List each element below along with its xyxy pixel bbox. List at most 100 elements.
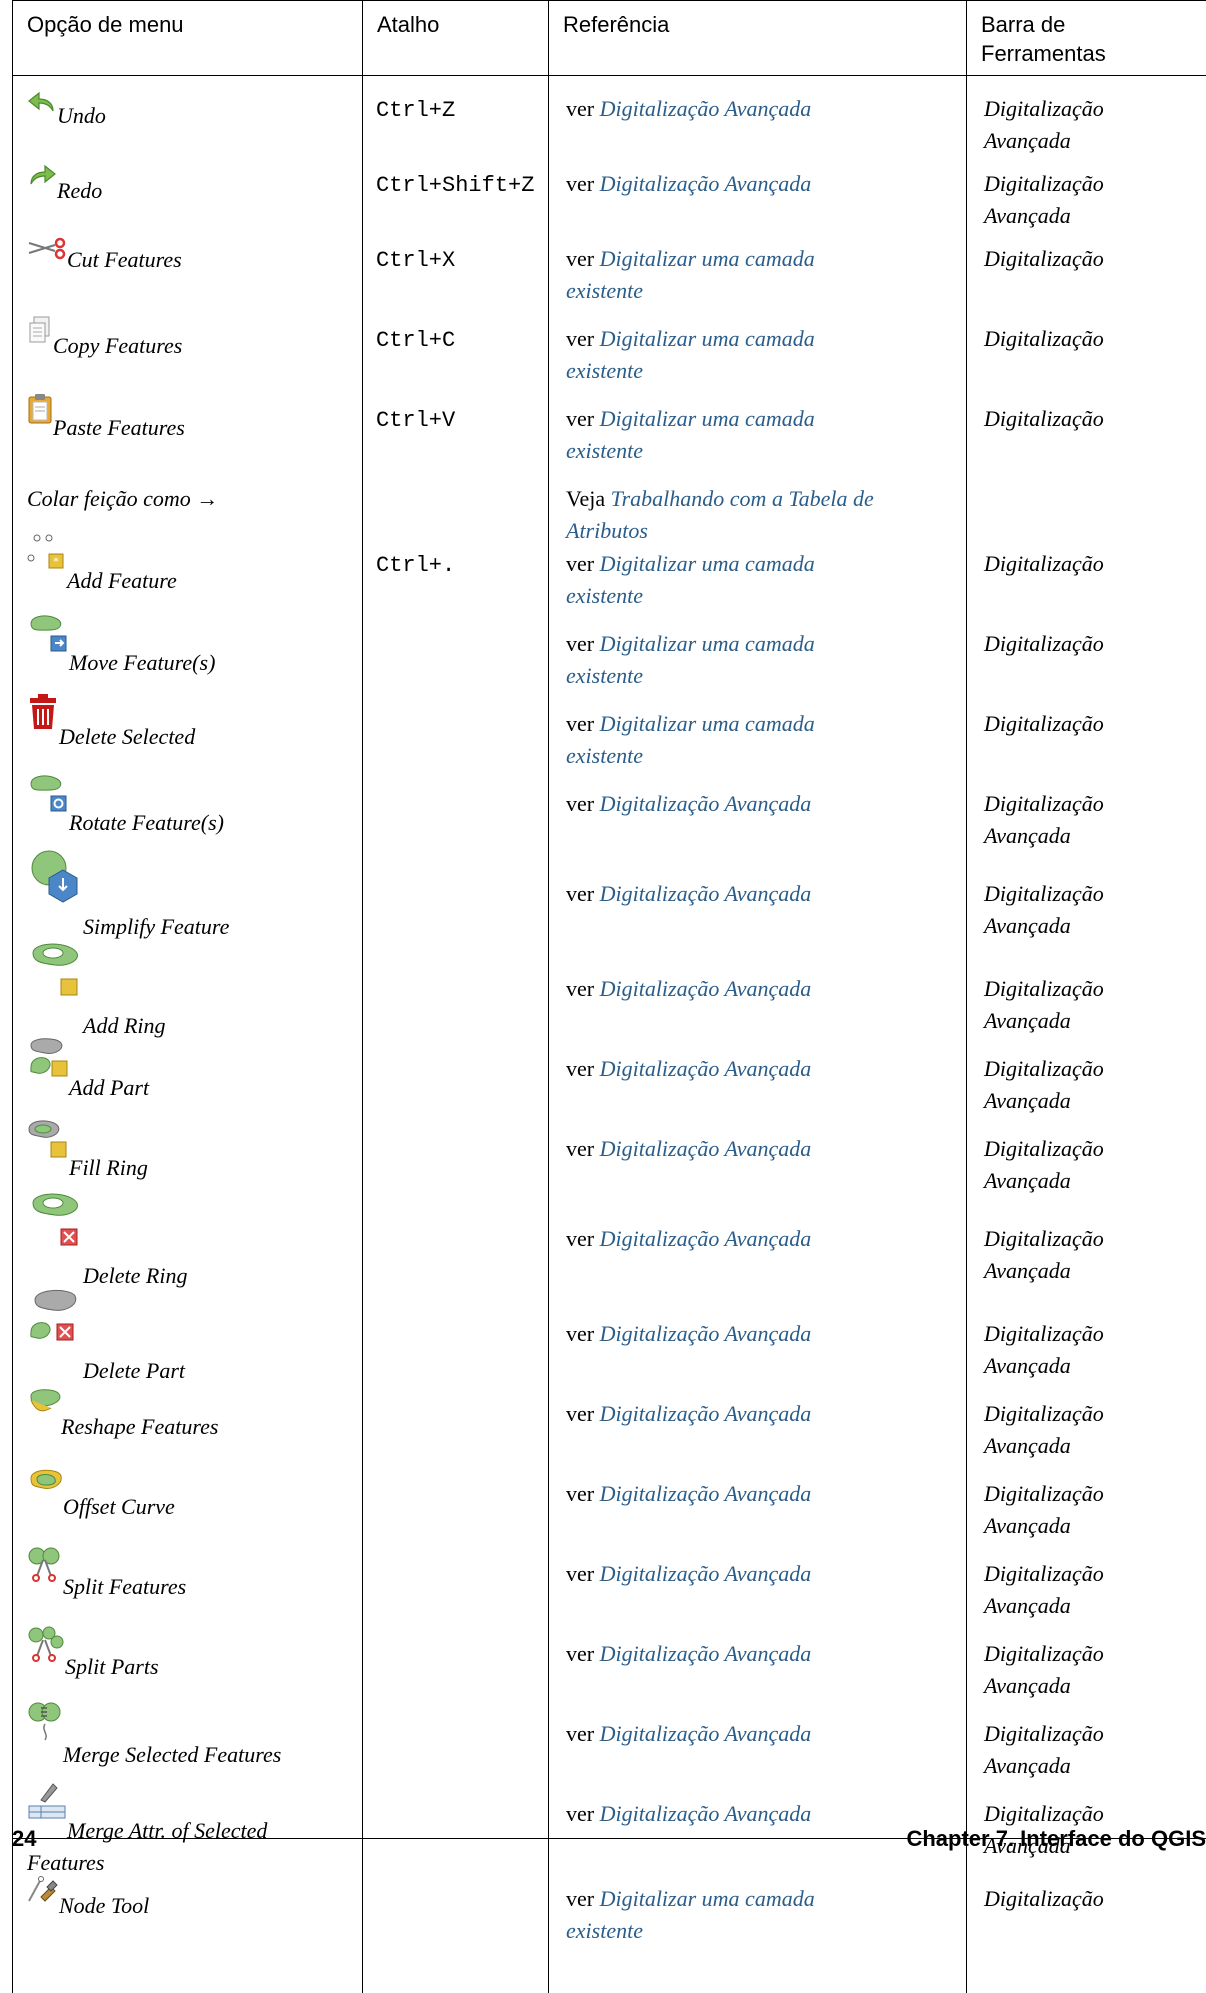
table-row: Cut Features Ctrl+X ver Digitalizar uma ca… — [12, 235, 1206, 315]
table-border-left — [12, 0, 13, 1993]
reference-link[interactable]: Digitalização Avançada — [600, 976, 812, 1001]
reference-prefix: ver — [566, 1721, 595, 1746]
toolbar-name-continued: Avançada — [984, 128, 1071, 153]
reference-link[interactable]: Digitalização Avançada — [600, 171, 812, 196]
reference-prefix: ver — [566, 1321, 595, 1346]
reference-link[interactable]: Digitalização Avançada — [600, 96, 812, 121]
column-divider — [362, 0, 363, 1993]
toolbar-cell: Digitalização Avançada — [984, 1638, 1206, 1702]
reference-link[interactable]: Digitalização Avançada — [600, 881, 812, 906]
table-row: Offset Curve ver Digitalização Avançada Di… — [12, 1469, 1206, 1550]
reference-prefix: ver — [566, 96, 595, 121]
toolbar-cell: Digitalização Avançada — [984, 1053, 1206, 1117]
table-row: Delete Part ver Digitalização Avançada Dig… — [12, 1290, 1206, 1390]
reference-link[interactable]: Digitalização Avançada — [600, 1641, 812, 1666]
reference-link[interactable]: Digitalização Avançada — [600, 791, 812, 816]
menu-option-cell: Simplify Feature — [27, 850, 362, 943]
reference-link[interactable]: Digitalizar uma camada — [600, 246, 815, 271]
reference-cell: Veja Trabalhando com a Tabela de Atributo… — [566, 483, 956, 547]
toolbar-name-continued: Avançada — [984, 1753, 1071, 1778]
menu-option-label: Node Tool — [59, 1893, 150, 1918]
toolbar-name: Digitalização — [984, 1886, 1104, 1911]
delete-ring-icon — [27, 1189, 83, 1258]
toolbar-name: Digitalização — [984, 711, 1104, 736]
toolbar-name: Digitalização — [984, 171, 1104, 196]
reference-prefix: ver — [566, 1641, 595, 1666]
reference-link-continued[interactable]: existente — [566, 663, 643, 688]
reference-cell: ver Digitalização Avançada — [566, 1133, 956, 1165]
reference-link[interactable]: Digitalizar uma camada — [600, 711, 815, 736]
reference-cell: ver Digitalizar uma camada existente — [566, 1883, 956, 1947]
reference-prefix: ver — [566, 1561, 595, 1586]
page-number: 24 — [12, 1826, 37, 1851]
split-parts-icon — [27, 1626, 65, 1671]
reference-cell: ver Digitalização Avançada — [566, 168, 956, 200]
reference-cell: ver Digitalizar uma camada existente — [566, 403, 956, 467]
reference-link-continued[interactable]: existente — [566, 1918, 643, 1943]
reference-prefix: ver — [566, 976, 595, 1001]
toolbar-name: Digitalização — [984, 96, 1104, 121]
reference-link[interactable]: Digitalização Avançada — [600, 1136, 812, 1161]
reference-link-continued[interactable]: existente — [566, 743, 643, 768]
menu-option-cell: Add Part — [27, 1038, 362, 1104]
reference-link[interactable]: Digitalizar uma camada — [600, 326, 815, 351]
reference-cell: ver Digitalização Avançada — [566, 1718, 956, 1750]
reference-link[interactable]: Digitalização Avançada — [600, 1481, 812, 1506]
reference-cell: ver Digitalização Avançada — [566, 1398, 956, 1430]
reference-prefix: ver — [566, 326, 595, 351]
menu-option-cell: Offset Curve — [27, 1469, 362, 1523]
menu-option-cell: Delete Selected — [27, 694, 362, 753]
reference-link[interactable]: Digitalizar uma camada — [600, 631, 815, 656]
toolbar-name: Digitalização — [984, 246, 1104, 271]
menu-option-label: Delete Selected — [59, 724, 196, 749]
reference-prefix: ver — [566, 406, 595, 431]
reference-cell: ver Digitalização Avançada — [566, 1223, 956, 1255]
trash-icon — [27, 694, 59, 739]
reference-link[interactable]: Digitalizar uma camada — [600, 406, 815, 431]
reference-link[interactable]: Digitalização Avançada — [600, 1056, 812, 1081]
reference-link-continued[interactable]: existente — [566, 438, 643, 463]
reference-link[interactable]: Digitalização Avançada — [600, 1321, 812, 1346]
reference-link-continued[interactable]: existente — [566, 583, 643, 608]
clipboard-icon — [27, 393, 53, 434]
reference-prefix: ver — [566, 1136, 595, 1161]
menu-option-label: Colar feição como → — [27, 486, 219, 511]
reference-cell: ver Digitalizar uma camada existente — [566, 548, 956, 612]
reference-prefix: ver — [566, 1801, 595, 1826]
menu-option-cell: Undo — [27, 91, 362, 132]
merge-attributes-icon — [27, 1780, 67, 1829]
reference-link[interactable]: Digitalização Avançada — [600, 1226, 812, 1251]
table-row: Split Parts ver Digitalização Avançada Dig… — [12, 1626, 1206, 1710]
reference-link[interactable]: Digitalizar uma camada — [600, 551, 815, 576]
menu-option-label: Merge Selected Features — [63, 1742, 282, 1767]
reference-prefix: ver — [566, 711, 595, 736]
table-row: Undo Ctrl+Z ver Digitalização Avançada Digi… — [12, 85, 1206, 160]
add-feature-icon: * — [27, 532, 67, 581]
shortcut-cell: Ctrl+V — [376, 408, 456, 433]
menu-option-cell: Node Tool — [27, 1876, 362, 1922]
table-border-top — [12, 0, 1206, 1]
reference-prefix: ver — [566, 881, 595, 906]
column-divider — [966, 0, 967, 1993]
reference-link-continued[interactable]: existente — [566, 278, 643, 303]
menu-option-cell: Reshape Features — [27, 1389, 362, 1443]
reference-cell: ver Digitalização Avançada — [566, 1638, 956, 1670]
toolbar-name: Digitalização — [984, 1561, 1104, 1586]
reference-link[interactable]: Digitalização Avançada — [600, 1401, 812, 1426]
menu-option-label: Add Ring — [83, 1013, 166, 1038]
reference-link-continued[interactable]: existente — [566, 358, 643, 383]
reference-link[interactable]: Digitalização Avançada — [600, 1801, 812, 1826]
reference-link[interactable]: Digitalização Avançada — [600, 1561, 812, 1586]
reference-cell: ver Digitalizar uma camada existente — [566, 628, 956, 692]
delete-part-icon — [27, 1284, 83, 1353]
menu-option-cell: Move Feature(s) — [27, 615, 362, 679]
reference-link[interactable]: Trabalhando com a Tabela de — [611, 486, 874, 511]
reference-link[interactable]: Digitalização Avançada — [600, 1721, 812, 1746]
reference-link[interactable]: Digitalizar uma camada — [600, 1886, 815, 1911]
toolbar-cell: Digitalização — [984, 708, 1206, 740]
reference-prefix: ver — [566, 171, 595, 196]
menu-option-label: Fill Ring — [69, 1155, 148, 1180]
menu-option-label: Delete Ring — [83, 1263, 188, 1288]
menu-option-label: Copy Features — [53, 333, 183, 358]
simplify-feature-icon — [27, 848, 83, 913]
